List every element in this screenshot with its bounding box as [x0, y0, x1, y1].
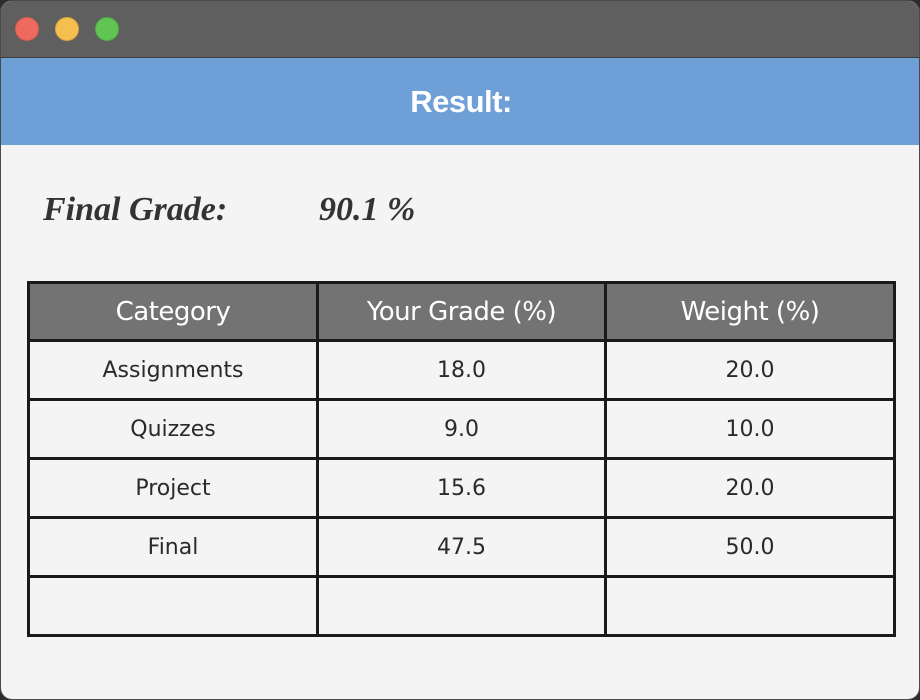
app-window: Result: Final Grade: 90.1 % Category You… — [0, 0, 920, 700]
final-grade-label: Final Grade: — [43, 191, 228, 228]
grades-table: Category Your Grade (%) Weight (%) Assig… — [27, 281, 896, 637]
table-row[interactable]: Quizzes 9.0 10.0 — [27, 398, 896, 460]
table-row[interactable]: Project 15.6 20.0 — [27, 457, 896, 519]
table-row-empty[interactable] — [27, 575, 896, 637]
category-cell[interactable]: Final — [27, 516, 319, 578]
final-grade-value: 90.1 % — [319, 191, 416, 228]
your-grade-cell[interactable]: 47.5 — [316, 516, 607, 578]
header-title: Result: — [410, 83, 512, 119]
column-header-your-grade[interactable]: Your Grade (%) — [316, 281, 607, 342]
your-grade-cell[interactable] — [316, 575, 607, 637]
minimize-window-button[interactable] — [55, 17, 79, 41]
table-header-row: Category Your Grade (%) Weight (%) — [27, 281, 896, 342]
category-cell[interactable] — [27, 575, 319, 637]
weight-cell[interactable]: 50.0 — [604, 516, 896, 578]
result-header: Result: — [1, 58, 919, 145]
maximize-window-button[interactable] — [95, 17, 119, 41]
table-row[interactable]: Final 47.5 50.0 — [27, 516, 896, 578]
your-grade-cell[interactable]: 15.6 — [316, 457, 607, 519]
title-bar[interactable] — [1, 1, 919, 58]
weight-cell[interactable]: 20.0 — [604, 339, 896, 401]
close-window-button[interactable] — [15, 17, 39, 41]
column-header-category[interactable]: Category — [27, 281, 319, 342]
category-cell[interactable]: Assignments — [27, 339, 319, 401]
your-grade-cell[interactable]: 9.0 — [316, 398, 607, 460]
category-cell[interactable]: Project — [27, 457, 319, 519]
table-row[interactable]: Assignments 18.0 20.0 — [27, 339, 896, 401]
weight-cell[interactable]: 10.0 — [604, 398, 896, 460]
weight-cell[interactable] — [604, 575, 896, 637]
category-cell[interactable]: Quizzes — [27, 398, 319, 460]
your-grade-cell[interactable]: 18.0 — [316, 339, 607, 401]
weight-cell[interactable]: 20.0 — [604, 457, 896, 519]
column-header-weight[interactable]: Weight (%) — [604, 281, 896, 342]
